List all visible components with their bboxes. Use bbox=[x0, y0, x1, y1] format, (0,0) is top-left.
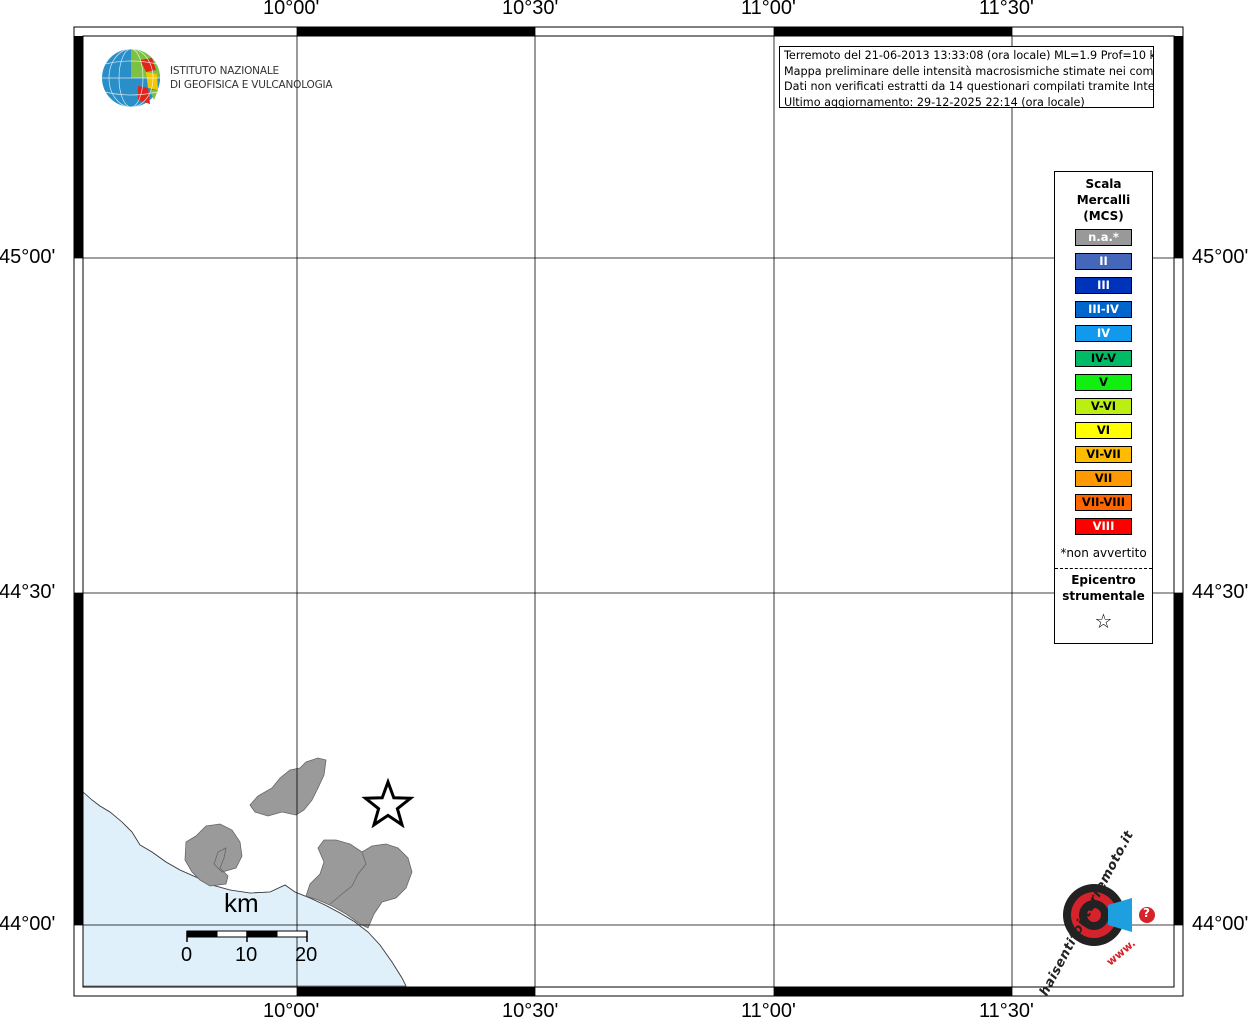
scale-unit-label: km bbox=[224, 888, 259, 918]
lon-label-top: 11°00' bbox=[741, 0, 796, 19]
lon-label-top: 10°00' bbox=[263, 0, 320, 19]
legend-star-icon: ☆ bbox=[1094, 609, 1113, 633]
lat-label-right: 45°00' bbox=[1192, 246, 1249, 268]
legend-swatch: III-IV bbox=[1075, 301, 1132, 319]
legend-separator bbox=[1055, 568, 1152, 569]
scale-tick-label: 0 bbox=[181, 944, 193, 966]
legend-swatch: VIII bbox=[1075, 518, 1132, 536]
legend-swatch: IV bbox=[1075, 325, 1132, 343]
legend-epicenter-line: Epicentro bbox=[1071, 573, 1136, 587]
legend-swatch: n.a.* bbox=[1075, 229, 1132, 246]
legend-title: Scala Mercalli (MCS) bbox=[1055, 176, 1152, 224]
badge-question-icon: ? bbox=[1143, 906, 1150, 920]
inner-frame bbox=[82, 35, 1175, 988]
legend-swatch: III bbox=[1075, 277, 1132, 295]
legend-swatch: II bbox=[1075, 253, 1132, 271]
legend-title-line: Mercalli bbox=[1076, 193, 1131, 207]
legend-epicenter-line: strumentale bbox=[1062, 589, 1145, 603]
mcs-legend: Scala Mercalli (MCS) n.a.* II III III-IV IV I… bbox=[1054, 171, 1153, 644]
lon-label-top: 10°30' bbox=[502, 0, 559, 19]
info-line1: Terremoto del 21-06-2013 13:33:08 (ora l… bbox=[784, 49, 1154, 62]
lat-label-right: 44°00' bbox=[1192, 913, 1249, 935]
lon-label-bottom: 10°00' bbox=[263, 1000, 320, 1022]
info-line3: Dati non verificati estratti da 14 quest… bbox=[784, 80, 1154, 93]
event-info-box: Terremoto del 21-06-2013 13:33:08 (ora l… bbox=[779, 46, 1154, 108]
lat-label-left: 45°00' bbox=[0, 246, 56, 268]
legend-swatch: IV-V bbox=[1075, 349, 1132, 367]
info-line2: Mappa preliminare delle intensità macros… bbox=[784, 64, 1154, 78]
legend-epicenter-label: Epicentro strumentale bbox=[1055, 572, 1152, 604]
legend-swatch: V bbox=[1075, 373, 1132, 391]
info-line4: Ultimo aggiornamento: 29-12-2025 22:14 (… bbox=[784, 95, 1085, 108]
legend-note: *non avvertito bbox=[1060, 546, 1147, 560]
municipality-area bbox=[249, 757, 327, 817]
legend-title-line: Scala bbox=[1085, 177, 1122, 191]
logo-line2: DI GEOFISICA E VULCANOLOGIA bbox=[170, 79, 333, 91]
lat-label-left: 44°30' bbox=[0, 581, 56, 603]
legend-swatch: VI-VII bbox=[1075, 445, 1132, 463]
lon-label-bottom: 10°30' bbox=[502, 1000, 559, 1022]
legend-title-line: (MCS) bbox=[1083, 209, 1124, 223]
epicenter-star-icon bbox=[361, 777, 415, 829]
ingv-globe-icon bbox=[102, 48, 160, 108]
scale-tick-label: 20 bbox=[295, 944, 318, 966]
lon-label-bottom: 11°30' bbox=[979, 1000, 1034, 1022]
ingv-logo-text: ISTITUTO NAZIONALE DI GEOFISICA E VULCAN… bbox=[170, 64, 333, 92]
logo-line1: ISTITUTO NAZIONALE bbox=[170, 65, 279, 77]
lon-label-bottom: 11°00' bbox=[741, 1000, 796, 1022]
scale-tick-label: 10 bbox=[235, 944, 258, 966]
legend-swatch: VII bbox=[1075, 470, 1132, 487]
lat-label-left: 44°00' bbox=[0, 913, 56, 935]
legend-swatch: VII-VIII bbox=[1075, 494, 1132, 512]
legend-swatch: VI bbox=[1075, 421, 1132, 439]
lon-label-top: 11°30' bbox=[979, 0, 1034, 19]
legend-swatch: V-VI bbox=[1075, 397, 1132, 415]
lat-label-right: 44°30' bbox=[1192, 581, 1249, 603]
